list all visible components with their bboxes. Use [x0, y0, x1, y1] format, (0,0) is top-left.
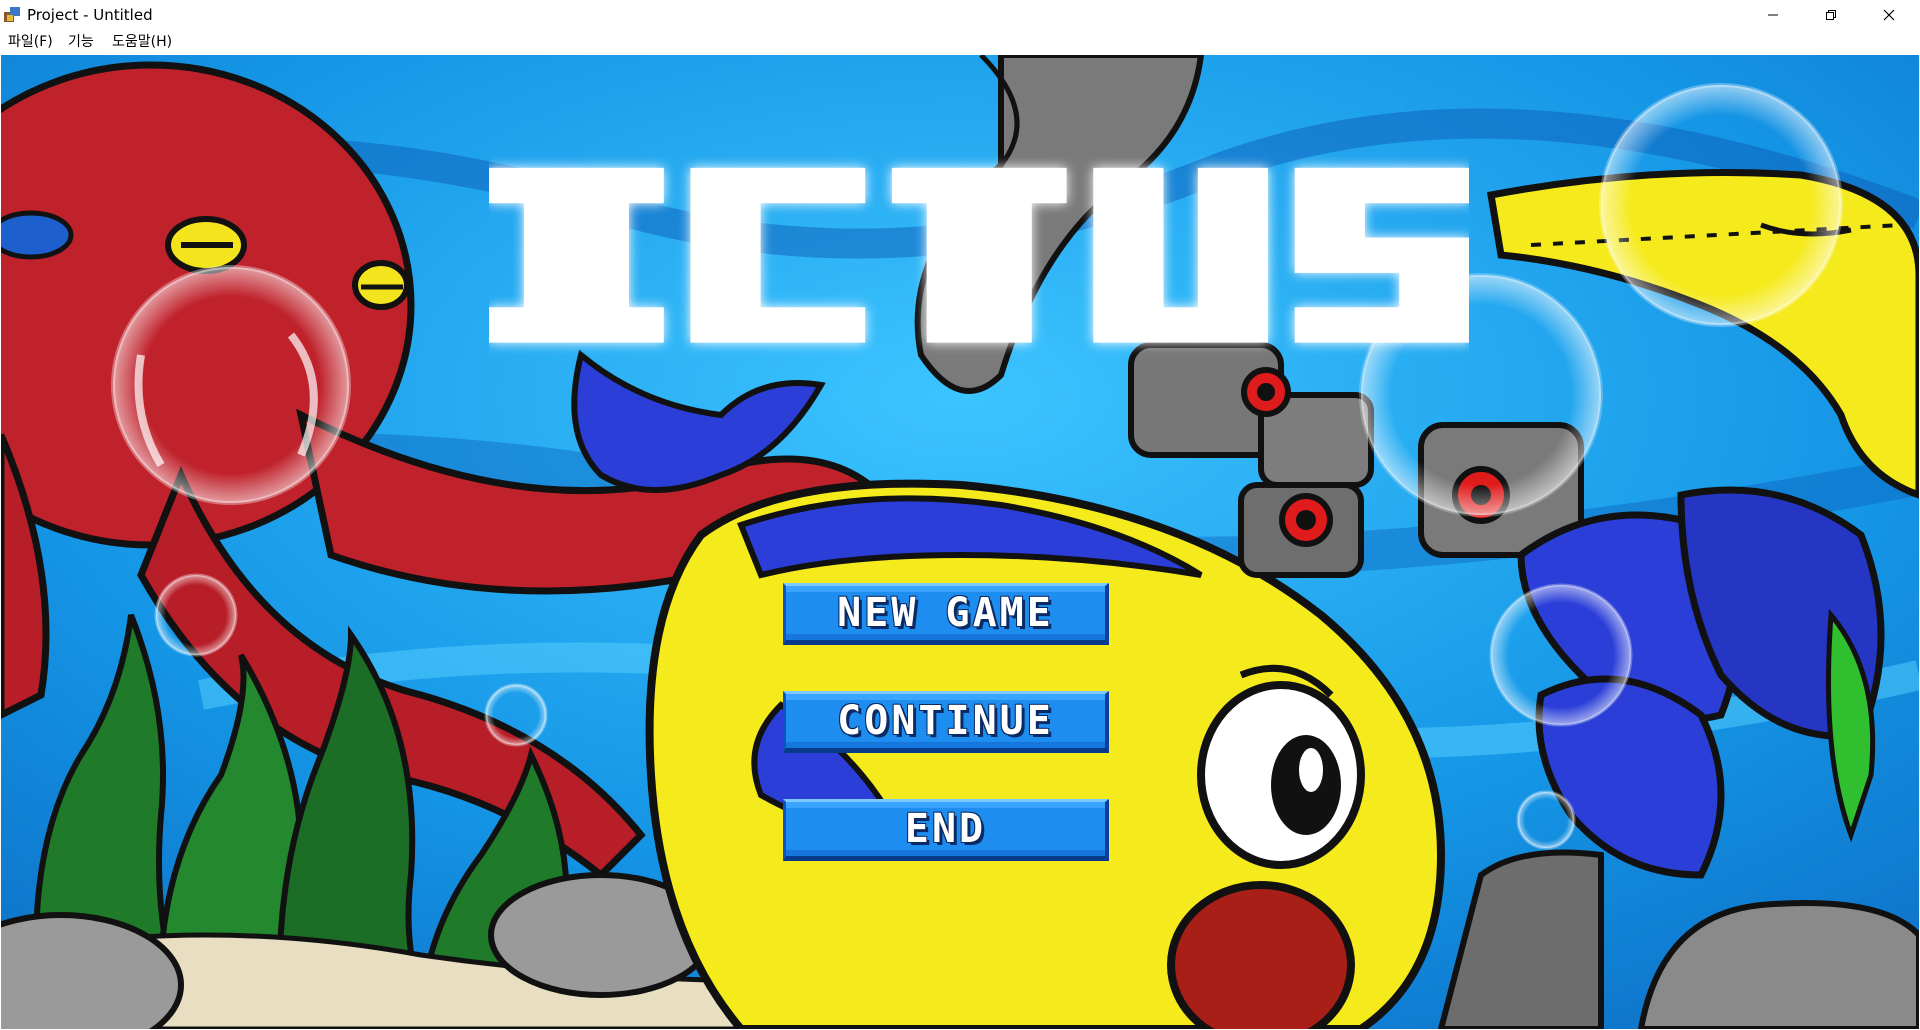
- restore-button[interactable]: [1802, 0, 1860, 30]
- new-game-button[interactable]: NEW GAME: [783, 583, 1109, 645]
- end-button[interactable]: END: [783, 799, 1109, 861]
- title-bar[interactable]: Project - Untitled: [0, 0, 1920, 30]
- title-letter-i: [489, 167, 664, 343]
- title-letter-t: [891, 167, 1067, 343]
- close-icon: [1883, 9, 1895, 21]
- window-title: Project - Untitled: [27, 6, 153, 24]
- close-button[interactable]: [1860, 0, 1918, 30]
- continue-label: CONTINUE: [837, 698, 1054, 744]
- continue-button[interactable]: CONTINUE: [783, 691, 1109, 753]
- title-letter-c: [690, 167, 866, 343]
- menu-item-help[interactable]: 도움말(H): [112, 32, 172, 52]
- title-letter-u: [1093, 167, 1269, 343]
- menu-item-file[interactable]: 파일(F): [8, 32, 53, 52]
- menu-item-function[interactable]: 기능: [68, 32, 94, 52]
- game-title-logo: [489, 167, 1469, 343]
- menu-bar: 파일(F) 기능 도움말(H): [0, 30, 1920, 54]
- minimize-icon: [1768, 14, 1778, 16]
- end-label: END: [904, 806, 987, 852]
- app-window: Project - Untitled 파일(F) 기능 도움말(H) NEW G…: [0, 0, 1920, 1030]
- game-canvas[interactable]: NEW GAME CONTINUE END: [1, 55, 1919, 1029]
- title-letter-s: [1294, 167, 1469, 343]
- minimize-button[interactable]: [1744, 0, 1802, 30]
- restore-icon: [1826, 10, 1836, 20]
- new-game-label: NEW GAME: [837, 590, 1054, 636]
- app-icon: [4, 7, 20, 22]
